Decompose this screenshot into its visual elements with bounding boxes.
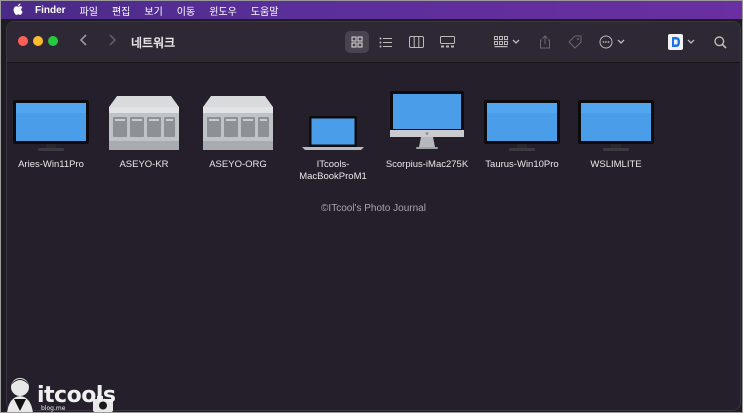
menu-file[interactable]: 파일 <box>80 3 98 18</box>
window-toolbar: 네트워크 <box>7 22 740 63</box>
menu-window[interactable]: 윈도우 <box>209 3 237 18</box>
menu-finder[interactable]: Finder <box>35 5 66 16</box>
server-icon <box>190 93 286 151</box>
item-label: Scorpius-iMac275K <box>385 159 469 170</box>
photo-watermark: ©ITcool's Photo Journal <box>321 203 426 214</box>
monitor-icon <box>474 93 570 151</box>
network-item[interactable]: Scorpius-iMac275K <box>379 91 475 171</box>
icon-view-icon[interactable] <box>345 31 369 53</box>
item-label: Taurus-Win10Pro <box>485 159 559 170</box>
item-label: ASEYO-ORG <box>209 159 267 170</box>
close-button[interactable] <box>18 36 28 46</box>
finder-window: 네트워크 Aries-Win11Pro ASEYO-KR ASEYO-ORG I… <box>6 21 741 411</box>
search-icon[interactable] <box>710 31 730 53</box>
menu-bar: Finder 파일 편집 보기 이동 윈도우 도움말 <box>1 1 742 19</box>
server-icon <box>96 93 192 151</box>
item-label: Aries-Win11Pro <box>18 159 84 170</box>
column-view-icon[interactable] <box>405 31 427 53</box>
itcools-logo: itcools blog.me <box>3 371 123 412</box>
menu-go[interactable]: 이동 <box>177 3 195 18</box>
network-content: Aries-Win11Pro ASEYO-KR ASEYO-ORG ITcool… <box>7 63 740 410</box>
item-label: ASEYO-KR <box>119 159 169 170</box>
dropdown-app-icon[interactable] <box>665 31 699 53</box>
item-label: ITcools- MacBookProM1 <box>299 159 367 182</box>
group-icon[interactable] <box>491 31 525 53</box>
item-label: WSLIMLITE <box>590 159 642 170</box>
menu-help[interactable]: 도움말 <box>251 3 279 18</box>
zoom-button[interactable] <box>48 36 58 46</box>
laptop-icon <box>285 93 381 151</box>
monitor-icon <box>568 93 664 151</box>
network-item[interactable]: Aries-Win11Pro <box>7 93 99 171</box>
logo-subtext: blog.me <box>41 405 66 412</box>
menu-edit[interactable]: 편집 <box>112 3 130 18</box>
screenshot-frame: Finder 파일 편집 보기 이동 윈도우 도움말 네트워크 Aries-Wi… <box>0 0 743 413</box>
network-item[interactable]: ASEYO-ORG <box>190 93 286 171</box>
more-icon[interactable] <box>597 31 629 53</box>
window-title: 네트워크 <box>131 36 176 50</box>
share-icon[interactable] <box>535 31 555 53</box>
minimize-button[interactable] <box>33 36 43 46</box>
gallery-view-icon[interactable] <box>436 31 458 53</box>
back-icon[interactable] <box>79 33 89 51</box>
network-item[interactable]: ITcools- MacBookProM1 <box>285 93 381 183</box>
tag-icon[interactable] <box>565 31 585 53</box>
apple-icon[interactable] <box>7 3 29 18</box>
network-item[interactable]: ASEYO-KR <box>96 93 192 171</box>
forward-icon[interactable] <box>107 33 117 51</box>
list-view-icon[interactable] <box>374 31 396 53</box>
monitor-icon <box>7 93 99 151</box>
network-item[interactable]: Taurus-Win10Pro <box>474 93 570 171</box>
imac-icon <box>379 91 475 151</box>
menu-view[interactable]: 보기 <box>144 3 162 18</box>
network-item[interactable]: WSLIMLITE <box>568 93 664 171</box>
